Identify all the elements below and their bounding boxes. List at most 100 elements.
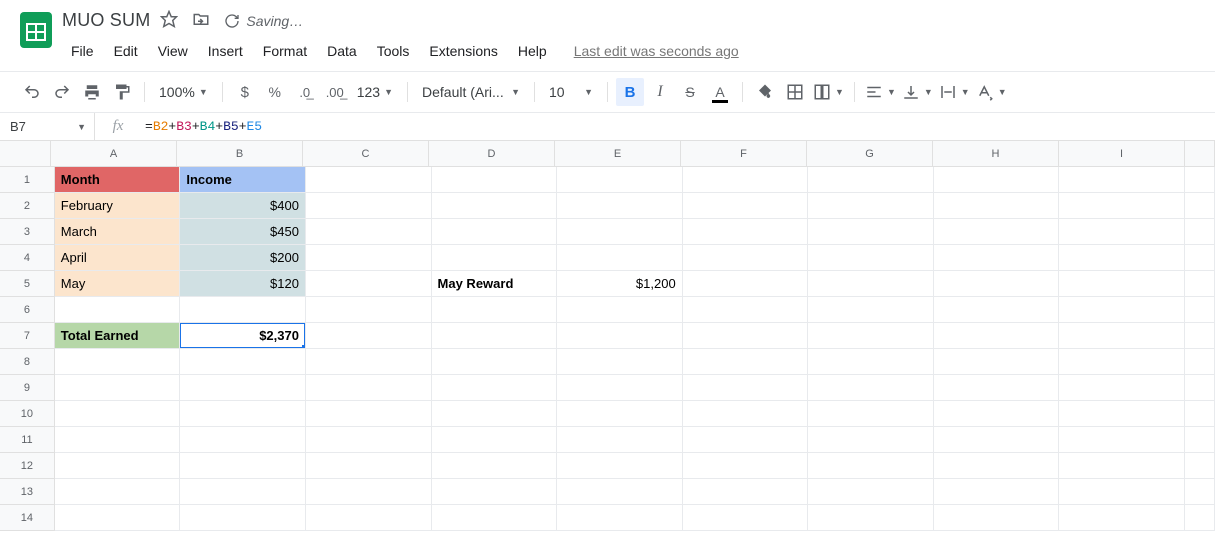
text-color-button[interactable]: A xyxy=(706,78,734,106)
move-folder-icon[interactable] xyxy=(192,10,210,31)
cell[interactable]: Month xyxy=(55,167,181,193)
cell[interactable] xyxy=(808,375,934,401)
cell[interactable] xyxy=(808,427,934,453)
horizontal-align-button[interactable]: ▼ xyxy=(863,78,898,106)
cell[interactable] xyxy=(808,271,934,297)
cell[interactable] xyxy=(683,323,809,349)
cell[interactable] xyxy=(306,349,432,375)
cell[interactable] xyxy=(934,167,1060,193)
cell[interactable] xyxy=(180,427,306,453)
cell[interactable] xyxy=(683,453,809,479)
cell[interactable] xyxy=(55,375,181,401)
cell[interactable]: March xyxy=(55,219,181,245)
cell[interactable] xyxy=(808,401,934,427)
cell[interactable] xyxy=(432,505,558,531)
cell[interactable] xyxy=(1059,323,1185,349)
cell[interactable]: Total Earned xyxy=(55,323,181,349)
cell[interactable] xyxy=(808,323,934,349)
cell[interactable] xyxy=(1059,193,1185,219)
cell[interactable] xyxy=(808,297,934,323)
font-size-dropdown[interactable]: 10▼ xyxy=(543,78,599,106)
menu-help[interactable]: Help xyxy=(509,39,556,63)
cell-selected[interactable]: $2,370 xyxy=(180,323,306,349)
menu-insert[interactable]: Insert xyxy=(199,39,252,63)
cell[interactable] xyxy=(683,219,809,245)
menu-format[interactable]: Format xyxy=(254,39,316,63)
cell[interactable] xyxy=(683,271,809,297)
cell[interactable] xyxy=(1059,453,1185,479)
cell[interactable]: May xyxy=(55,271,181,297)
row-header[interactable]: 1 xyxy=(0,167,55,193)
cell[interactable] xyxy=(1059,349,1185,375)
row-header[interactable]: 13 xyxy=(0,479,55,505)
cell[interactable] xyxy=(180,375,306,401)
cell[interactable] xyxy=(432,349,558,375)
borders-button[interactable] xyxy=(781,78,809,106)
cell[interactable] xyxy=(306,219,432,245)
cell[interactable] xyxy=(557,245,683,271)
cell[interactable] xyxy=(683,349,809,375)
col-header[interactable]: E xyxy=(555,141,681,167)
col-header[interactable]: I xyxy=(1059,141,1185,167)
cell[interactable] xyxy=(432,323,558,349)
cell[interactable] xyxy=(180,349,306,375)
undo-button[interactable] xyxy=(18,78,46,106)
row-header[interactable]: 3 xyxy=(0,219,55,245)
cell[interactable] xyxy=(1059,271,1185,297)
cell[interactable] xyxy=(306,453,432,479)
cell[interactable] xyxy=(1185,349,1215,375)
cell[interactable] xyxy=(934,401,1060,427)
cell[interactable] xyxy=(683,245,809,271)
menu-extensions[interactable]: Extensions xyxy=(420,39,506,63)
cell[interactable] xyxy=(55,401,181,427)
font-dropdown[interactable]: Default (Ari...▼ xyxy=(416,78,526,106)
cell[interactable] xyxy=(683,427,809,453)
col-header[interactable]: C xyxy=(303,141,429,167)
cell[interactable] xyxy=(306,323,432,349)
cell[interactable] xyxy=(557,167,683,193)
col-header[interactable]: F xyxy=(681,141,807,167)
cell[interactable] xyxy=(557,427,683,453)
vertical-align-button[interactable]: ▼ xyxy=(900,78,935,106)
cell[interactable] xyxy=(1185,453,1215,479)
cell[interactable] xyxy=(180,453,306,479)
currency-button[interactable]: $ xyxy=(231,78,259,106)
cell[interactable] xyxy=(1185,323,1215,349)
cell[interactable] xyxy=(1185,167,1215,193)
cell[interactable] xyxy=(557,505,683,531)
row-header[interactable]: 8 xyxy=(0,349,55,375)
cell[interactable] xyxy=(432,375,558,401)
italic-button[interactable]: I xyxy=(646,78,674,106)
cell[interactable] xyxy=(180,401,306,427)
cell[interactable] xyxy=(432,245,558,271)
cell[interactable] xyxy=(1059,297,1185,323)
row-header[interactable]: 2 xyxy=(0,193,55,219)
cell[interactable]: $200 xyxy=(180,245,306,271)
menu-view[interactable]: View xyxy=(149,39,197,63)
star-icon[interactable] xyxy=(160,10,178,31)
cell[interactable] xyxy=(934,245,1060,271)
cell[interactable] xyxy=(1185,193,1215,219)
cell[interactable] xyxy=(432,427,558,453)
cell[interactable] xyxy=(55,453,181,479)
menu-edit[interactable]: Edit xyxy=(105,39,147,63)
cell[interactable] xyxy=(934,271,1060,297)
number-format-dropdown[interactable]: 123▼ xyxy=(351,78,399,106)
last-edit-link[interactable]: Last edit was seconds ago xyxy=(574,43,739,59)
cell[interactable] xyxy=(306,401,432,427)
cell[interactable] xyxy=(557,479,683,505)
cell[interactable] xyxy=(432,297,558,323)
cell[interactable] xyxy=(557,401,683,427)
col-header[interactable]: G xyxy=(807,141,933,167)
cell[interactable] xyxy=(432,219,558,245)
cell[interactable] xyxy=(55,427,181,453)
cell[interactable] xyxy=(1185,375,1215,401)
cell[interactable] xyxy=(432,167,558,193)
cell[interactable] xyxy=(1059,427,1185,453)
text-wrap-button[interactable]: ▼ xyxy=(937,78,972,106)
cell[interactable]: February xyxy=(55,193,181,219)
cell[interactable] xyxy=(808,505,934,531)
sheets-logo[interactable] xyxy=(10,8,62,60)
cell[interactable] xyxy=(306,167,432,193)
cell[interactable] xyxy=(808,193,934,219)
